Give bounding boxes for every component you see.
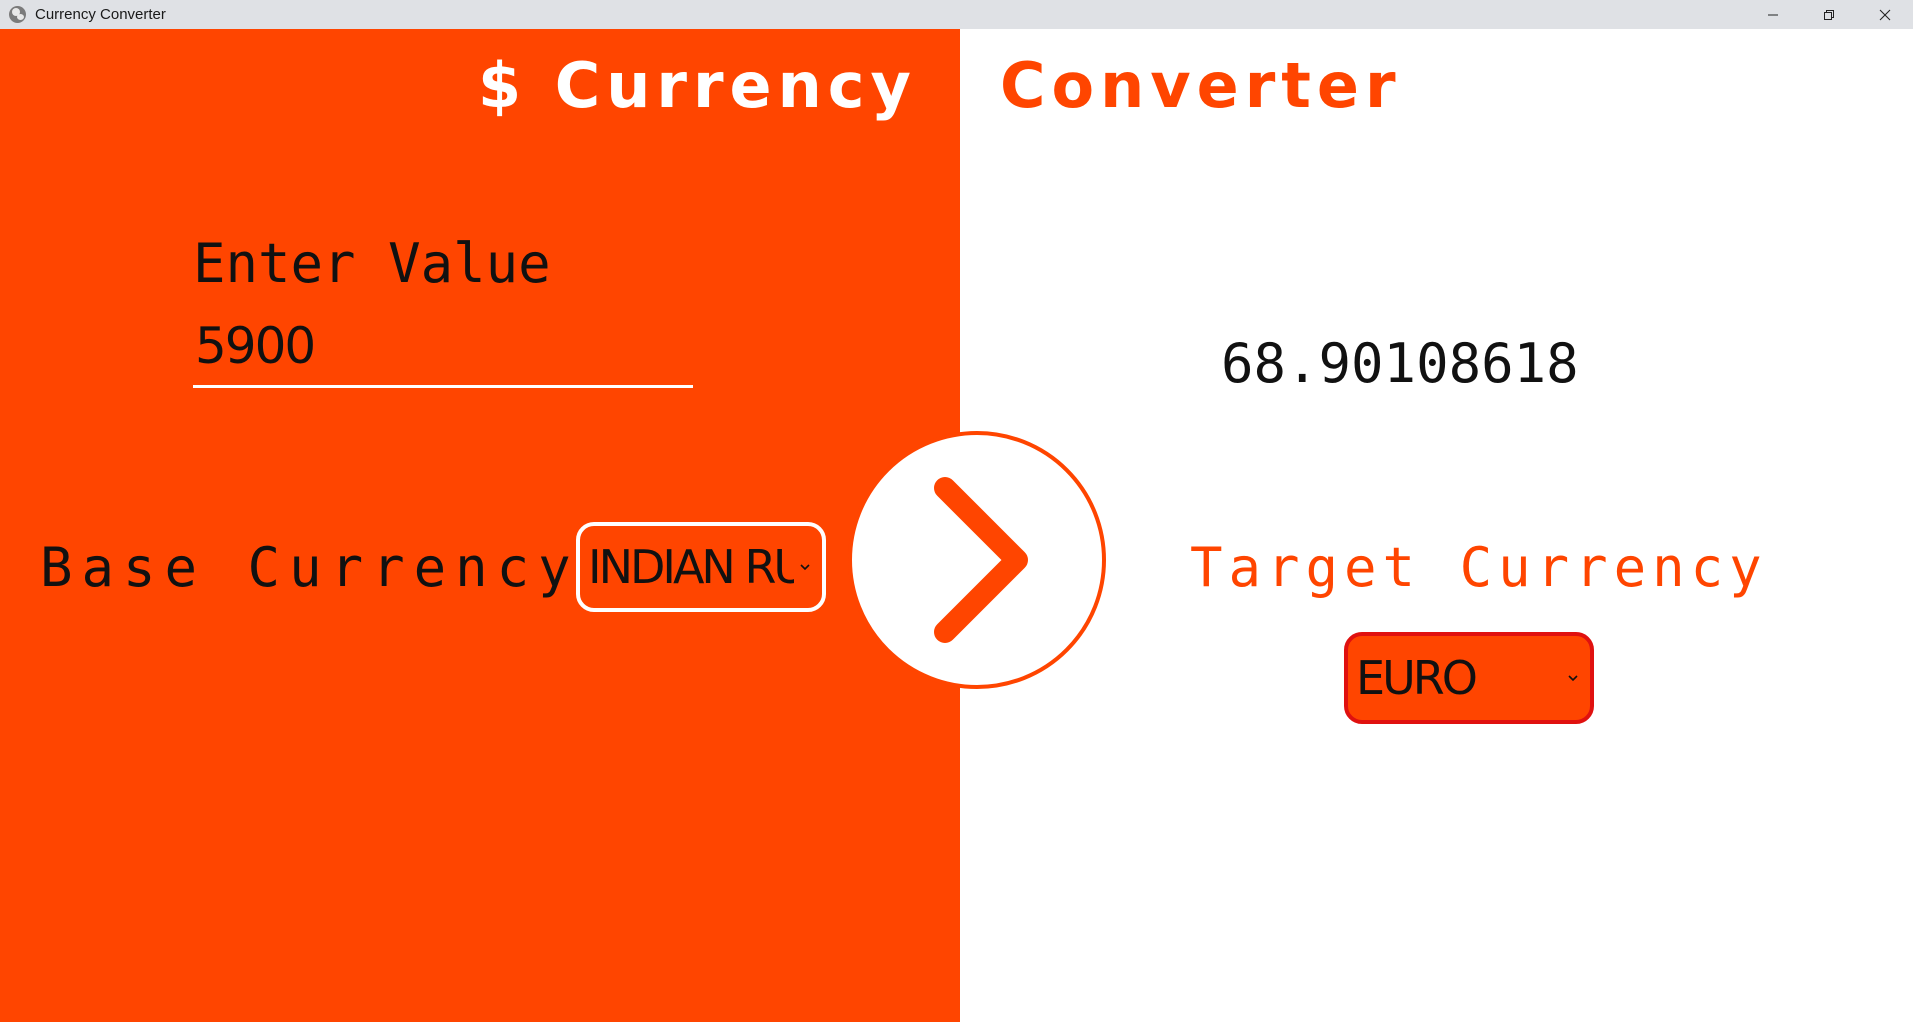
enter-value-label: Enter Value — [193, 232, 551, 295]
minimize-icon — [1768, 14, 1778, 15]
window-title: Currency Converter — [35, 6, 166, 23]
target-currency-selected: EURO — [1356, 651, 1478, 705]
chevron-down-icon — [794, 563, 816, 571]
target-currency-label: Target Currency — [1190, 536, 1768, 599]
base-currency-selected: INDIAN RUPEE — [588, 540, 794, 594]
convert-button[interactable] — [848, 431, 1106, 689]
restore-button[interactable] — [1801, 0, 1857, 29]
heading-converter: Converter — [1000, 49, 1402, 122]
restore-icon — [1824, 9, 1834, 20]
close-button[interactable] — [1857, 0, 1913, 29]
base-currency-label: Base Currency — [40, 536, 580, 599]
window-controls — [1745, 0, 1913, 29]
converted-value: 68.90108618 — [1221, 332, 1579, 395]
base-currency-select[interactable]: INDIAN RUPEE — [576, 522, 826, 612]
value-input[interactable] — [193, 312, 693, 388]
chevron-down-icon — [1562, 674, 1584, 682]
target-currency-select[interactable]: EURO — [1344, 632, 1594, 724]
title-bar: Currency Converter — [0, 0, 1913, 29]
chevron-right-icon — [934, 477, 1028, 643]
close-icon — [1879, 9, 1891, 20]
minimize-button[interactable] — [1745, 0, 1801, 29]
heading-currency: $ Currency — [478, 49, 917, 122]
right-panel — [960, 29, 1913, 1022]
globe-icon — [9, 6, 26, 23]
